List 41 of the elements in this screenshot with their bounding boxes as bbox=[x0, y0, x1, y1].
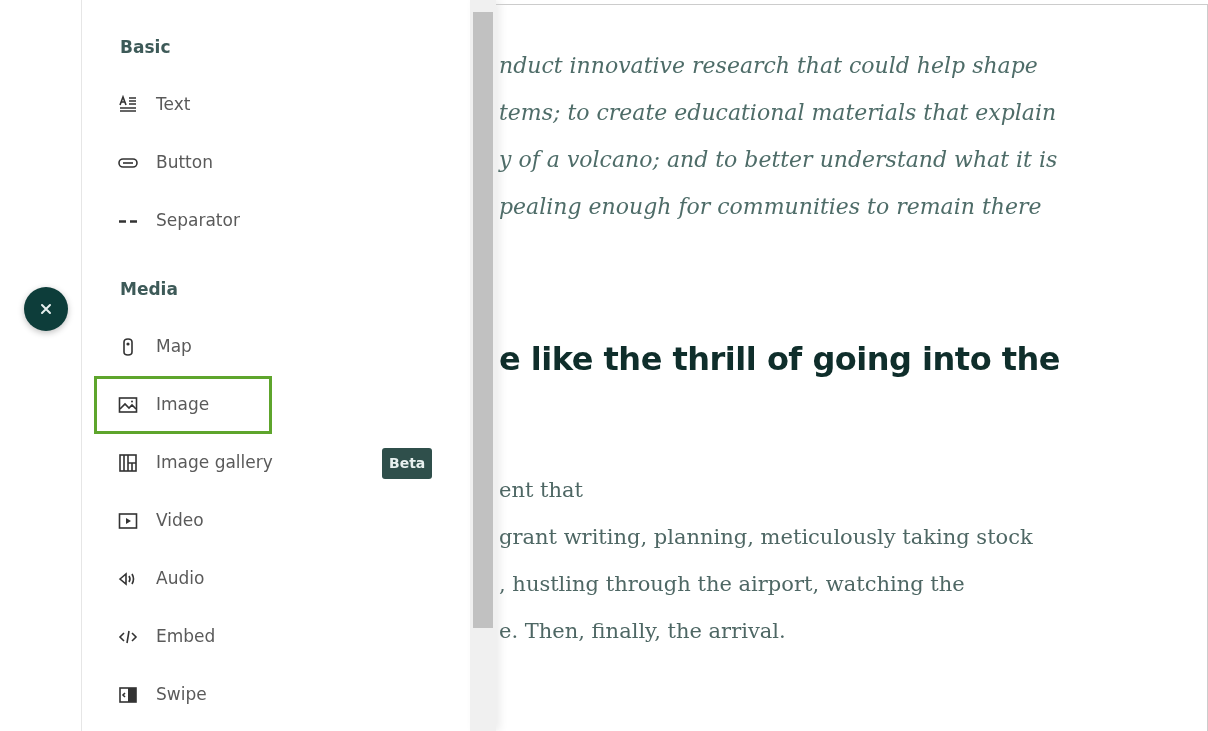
body-text-line: e. Then, finally, the arrival. bbox=[499, 618, 787, 645]
quote-line: nduct innovative research that could help shape bbox=[499, 52, 1039, 80]
quote-line: y of a volcano; and to better understand what it is bbox=[499, 146, 1059, 174]
block-label: Button bbox=[156, 151, 213, 175]
block-label: Embed bbox=[156, 625, 216, 649]
block-item[interactable]: Separator bbox=[82, 192, 470, 250]
beta-badge: Beta bbox=[382, 447, 433, 479]
block-item[interactable]: Audio bbox=[82, 550, 470, 608]
image-icon bbox=[118, 395, 138, 415]
quote-line: tems; to create educational materials that explain bbox=[499, 99, 1058, 127]
block-item[interactable]: Video bbox=[82, 492, 470, 550]
close-icon bbox=[39, 302, 53, 316]
block-item[interactable]: Button bbox=[82, 134, 470, 192]
block-item[interactable]: Text bbox=[82, 76, 470, 134]
highlighted-block-item[interactable]: Image bbox=[94, 376, 272, 434]
block-label: Audio bbox=[156, 567, 205, 591]
block-label: Separator bbox=[156, 209, 240, 233]
block-item[interactable]: Map bbox=[82, 318, 470, 376]
block-item[interactable]: Embed bbox=[82, 608, 470, 666]
block-label: Swipe bbox=[156, 683, 207, 707]
block-item[interactable]: Swipe bbox=[82, 666, 470, 724]
video-icon bbox=[118, 511, 138, 531]
separator-icon bbox=[118, 219, 138, 223]
scrollbar-thumb[interactable] bbox=[473, 12, 493, 628]
body-text-line: grant writing, planning, meticulously taking stock bbox=[499, 524, 1034, 551]
block-label: Text bbox=[156, 93, 191, 117]
block-label: Video bbox=[156, 509, 204, 533]
story-heading: e like the thrill of going into the bbox=[499, 339, 1062, 380]
block-label: Image gallery bbox=[156, 451, 273, 475]
text-icon bbox=[118, 95, 138, 115]
block-item[interactable]: Image gallery Beta bbox=[82, 434, 470, 492]
section-heading: Media bbox=[119, 278, 179, 301]
section-heading: Basic bbox=[119, 36, 172, 59]
swipe-icon bbox=[118, 685, 138, 705]
quote-line: pealing enough for communities to remain there bbox=[499, 193, 1043, 221]
body-text-line: ent that bbox=[499, 477, 584, 504]
close-button[interactable] bbox=[24, 287, 68, 331]
block-label: Map bbox=[156, 335, 192, 359]
block-label: Image bbox=[156, 393, 210, 417]
body-text-line: , hustling through the airport, watching the bbox=[499, 571, 966, 598]
gallery-icon bbox=[118, 453, 138, 473]
